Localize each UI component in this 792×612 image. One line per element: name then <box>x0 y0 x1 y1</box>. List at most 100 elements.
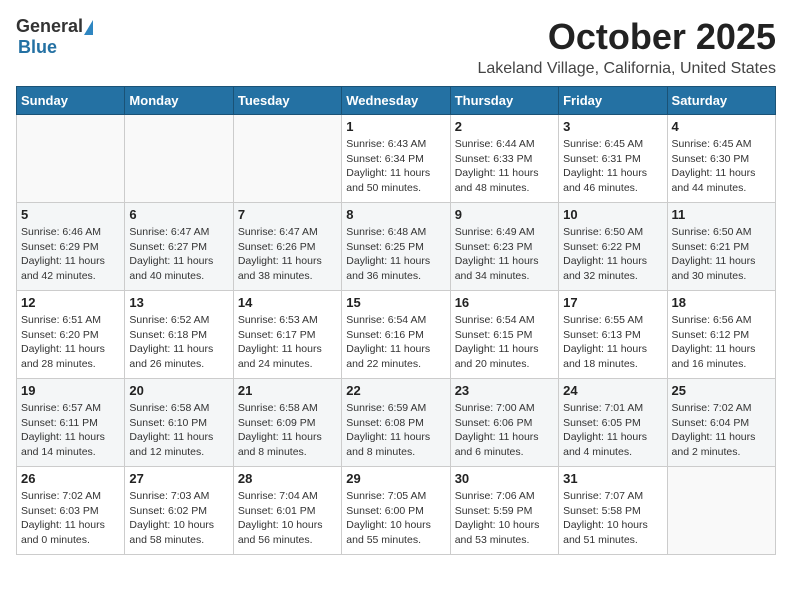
calendar-week-5: 26 Sunrise: 7:02 AM Sunset: 6:03 PM Dayli… <box>17 467 776 555</box>
day-info: Sunrise: 7:00 AM Sunset: 6:06 PM Dayligh… <box>455 401 554 460</box>
calendar-cell: 18 Sunrise: 6:56 AM Sunset: 6:12 PM Dayli… <box>667 291 775 379</box>
calendar-table: SundayMondayTuesdayWednesdayThursdayFrid… <box>16 86 776 555</box>
day-number: 21 <box>238 383 337 398</box>
calendar-cell: 26 Sunrise: 7:02 AM Sunset: 6:03 PM Dayli… <box>17 467 125 555</box>
day-number: 27 <box>129 471 228 486</box>
day-number: 10 <box>563 207 662 222</box>
calendar-cell: 20 Sunrise: 6:58 AM Sunset: 6:10 PM Dayli… <box>125 379 233 467</box>
day-info: Sunrise: 6:48 AM Sunset: 6:25 PM Dayligh… <box>346 225 445 284</box>
calendar-cell <box>125 115 233 203</box>
calendar-cell: 6Sunrise: 6:47 AM Sunset: 6:27 PM Daylig… <box>125 203 233 291</box>
calendar-cell: 3Sunrise: 6:45 AM Sunset: 6:31 PM Daylig… <box>559 115 667 203</box>
day-info: Sunrise: 6:46 AM Sunset: 6:29 PM Dayligh… <box>21 225 120 284</box>
day-info: Sunrise: 6:44 AM Sunset: 6:33 PM Dayligh… <box>455 137 554 196</box>
day-number: 5 <box>21 207 120 222</box>
day-info: Sunrise: 7:02 AM Sunset: 6:04 PM Dayligh… <box>672 401 771 460</box>
day-info: Sunrise: 7:03 AM Sunset: 6:02 PM Dayligh… <box>129 489 228 548</box>
day-info: Sunrise: 7:05 AM Sunset: 6:00 PM Dayligh… <box>346 489 445 548</box>
calendar-cell: 9 Sunrise: 6:49 AM Sunset: 6:23 PM Daylig… <box>450 203 558 291</box>
day-number: 22 <box>346 383 445 398</box>
logo-general: General <box>16 16 94 37</box>
calendar-cell: 2Sunrise: 6:44 AM Sunset: 6:33 PM Daylig… <box>450 115 558 203</box>
day-info: Sunrise: 6:57 AM Sunset: 6:11 PM Dayligh… <box>21 401 120 460</box>
day-number: 1 <box>346 119 445 134</box>
calendar-cell: 8 Sunrise: 6:48 AM Sunset: 6:25 PM Daylig… <box>342 203 450 291</box>
day-number: 6 <box>129 207 228 222</box>
calendar-cell <box>17 115 125 203</box>
day-info: Sunrise: 6:55 AM Sunset: 6:13 PM Dayligh… <box>563 313 662 372</box>
calendar-cell: 29 Sunrise: 7:05 AM Sunset: 6:00 PM Dayli… <box>342 467 450 555</box>
calendar-cell: 24 Sunrise: 7:01 AM Sunset: 6:05 PM Dayli… <box>559 379 667 467</box>
calendar-cell: 14 Sunrise: 6:53 AM Sunset: 6:17 PM Dayli… <box>233 291 341 379</box>
weekday-header-tuesday: Tuesday <box>233 87 341 115</box>
day-info: Sunrise: 6:52 AM Sunset: 6:18 PM Dayligh… <box>129 313 228 372</box>
calendar-cell: 21 Sunrise: 6:58 AM Sunset: 6:09 PM Dayli… <box>233 379 341 467</box>
day-info: Sunrise: 6:58 AM Sunset: 6:10 PM Dayligh… <box>129 401 228 460</box>
day-number: 24 <box>563 383 662 398</box>
day-info: Sunrise: 6:54 AM Sunset: 6:16 PM Dayligh… <box>346 313 445 372</box>
weekday-header-thursday: Thursday <box>450 87 558 115</box>
day-number: 16 <box>455 295 554 310</box>
page-header: General Blue October 2025 Lakeland Villa… <box>16 16 776 78</box>
calendar-cell: 19 Sunrise: 6:57 AM Sunset: 6:11 PM Dayli… <box>17 379 125 467</box>
day-info: Sunrise: 6:53 AM Sunset: 6:17 PM Dayligh… <box>238 313 337 372</box>
day-number: 15 <box>346 295 445 310</box>
day-number: 20 <box>129 383 228 398</box>
day-number: 14 <box>238 295 337 310</box>
calendar-cell: 27 Sunrise: 7:03 AM Sunset: 6:02 PM Dayli… <box>125 467 233 555</box>
day-info: Sunrise: 6:54 AM Sunset: 6:15 PM Dayligh… <box>455 313 554 372</box>
day-number: 8 <box>346 207 445 222</box>
day-number: 13 <box>129 295 228 310</box>
calendar-cell: 5 Sunrise: 6:46 AM Sunset: 6:29 PM Daylig… <box>17 203 125 291</box>
day-info: Sunrise: 6:50 AM Sunset: 6:22 PM Dayligh… <box>563 225 662 284</box>
calendar-cell: 1Sunrise: 6:43 AM Sunset: 6:34 PM Daylig… <box>342 115 450 203</box>
day-number: 29 <box>346 471 445 486</box>
day-number: 4 <box>672 119 771 134</box>
day-info: Sunrise: 6:56 AM Sunset: 6:12 PM Dayligh… <box>672 313 771 372</box>
calendar-cell <box>667 467 775 555</box>
calendar-cell: 15 Sunrise: 6:54 AM Sunset: 6:16 PM Dayli… <box>342 291 450 379</box>
day-info: Sunrise: 6:47 AM Sunset: 6:26 PM Dayligh… <box>238 225 337 284</box>
calendar-cell: 30 Sunrise: 7:06 AM Sunset: 5:59 PM Dayli… <box>450 467 558 555</box>
calendar-week-4: 19 Sunrise: 6:57 AM Sunset: 6:11 PM Dayli… <box>17 379 776 467</box>
weekday-header-monday: Monday <box>125 87 233 115</box>
calendar-cell: 16 Sunrise: 6:54 AM Sunset: 6:15 PM Dayli… <box>450 291 558 379</box>
calendar-cell: 25Sunrise: 7:02 AM Sunset: 6:04 PM Dayli… <box>667 379 775 467</box>
day-number: 30 <box>455 471 554 486</box>
calendar-header: SundayMondayTuesdayWednesdayThursdayFrid… <box>17 87 776 115</box>
calendar-cell: 7 Sunrise: 6:47 AM Sunset: 6:26 PM Daylig… <box>233 203 341 291</box>
day-info: Sunrise: 6:49 AM Sunset: 6:23 PM Dayligh… <box>455 225 554 284</box>
calendar-body: 1Sunrise: 6:43 AM Sunset: 6:34 PM Daylig… <box>17 115 776 555</box>
day-number: 17 <box>563 295 662 310</box>
weekday-header-wednesday: Wednesday <box>342 87 450 115</box>
day-number: 9 <box>455 207 554 222</box>
day-info: Sunrise: 7:02 AM Sunset: 6:03 PM Dayligh… <box>21 489 120 548</box>
calendar-cell: 28Sunrise: 7:04 AM Sunset: 6:01 PM Dayli… <box>233 467 341 555</box>
day-info: Sunrise: 7:01 AM Sunset: 6:05 PM Dayligh… <box>563 401 662 460</box>
calendar-week-2: 5 Sunrise: 6:46 AM Sunset: 6:29 PM Daylig… <box>17 203 776 291</box>
logo-blue: Blue <box>18 37 57 58</box>
day-number: 18 <box>672 295 771 310</box>
day-number: 19 <box>21 383 120 398</box>
day-number: 31 <box>563 471 662 486</box>
day-number: 12 <box>21 295 120 310</box>
day-info: Sunrise: 7:07 AM Sunset: 5:58 PM Dayligh… <box>563 489 662 548</box>
day-number: 26 <box>21 471 120 486</box>
calendar-week-3: 12Sunrise: 6:51 AM Sunset: 6:20 PM Dayli… <box>17 291 776 379</box>
calendar-cell <box>233 115 341 203</box>
calendar-cell: 13 Sunrise: 6:52 AM Sunset: 6:18 PM Dayli… <box>125 291 233 379</box>
calendar-cell: 22Sunrise: 6:59 AM Sunset: 6:08 PM Dayli… <box>342 379 450 467</box>
weekday-header-friday: Friday <box>559 87 667 115</box>
calendar-cell: 11Sunrise: 6:50 AM Sunset: 6:21 PM Dayli… <box>667 203 775 291</box>
day-number: 7 <box>238 207 337 222</box>
day-info: Sunrise: 6:45 AM Sunset: 6:30 PM Dayligh… <box>672 137 771 196</box>
day-number: 3 <box>563 119 662 134</box>
weekday-header-sunday: Sunday <box>17 87 125 115</box>
weekday-header-saturday: Saturday <box>667 87 775 115</box>
day-info: Sunrise: 7:04 AM Sunset: 6:01 PM Dayligh… <box>238 489 337 548</box>
calendar-cell: 23Sunrise: 7:00 AM Sunset: 6:06 PM Dayli… <box>450 379 558 467</box>
day-info: Sunrise: 6:58 AM Sunset: 6:09 PM Dayligh… <box>238 401 337 460</box>
logo: General Blue <box>16 16 94 58</box>
calendar-cell: 17 Sunrise: 6:55 AM Sunset: 6:13 PM Dayli… <box>559 291 667 379</box>
day-info: Sunrise: 7:06 AM Sunset: 5:59 PM Dayligh… <box>455 489 554 548</box>
